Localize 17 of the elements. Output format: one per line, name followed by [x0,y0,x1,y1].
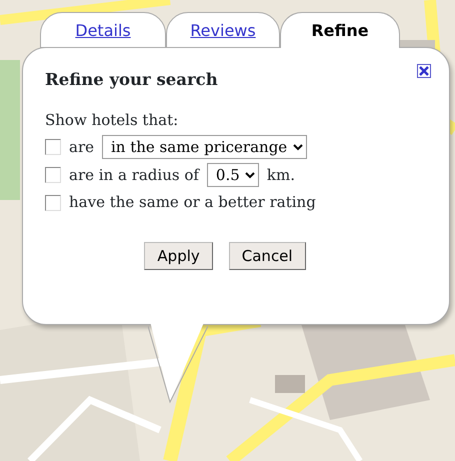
checkbox[interactable] [45,194,61,210]
checkbox[interactable] [45,167,61,184]
unit-label: km. [266,165,296,186]
intro-text: Show hotels that: [45,110,180,131]
popup-title: Refine your search [45,69,218,91]
checkbox[interactable] [45,139,61,156]
close-icon[interactable] [417,64,431,78]
dropdown[interactable]: in the same pricerange [102,135,307,160]
tab[interactable]: Refine [280,12,400,48]
tab[interactable]: Reviews [166,12,280,48]
filter-label: have the same or a better rating [69,192,316,214]
dropdown[interactable]: 0.5 [206,163,259,188]
cancel-button[interactable]: Cancel [228,242,306,270]
apply-button[interactable]: Apply [144,242,213,270]
tab[interactable]: Details [40,12,166,48]
filter-label: are in a radius of [69,165,199,186]
filter-label: are [69,137,94,158]
